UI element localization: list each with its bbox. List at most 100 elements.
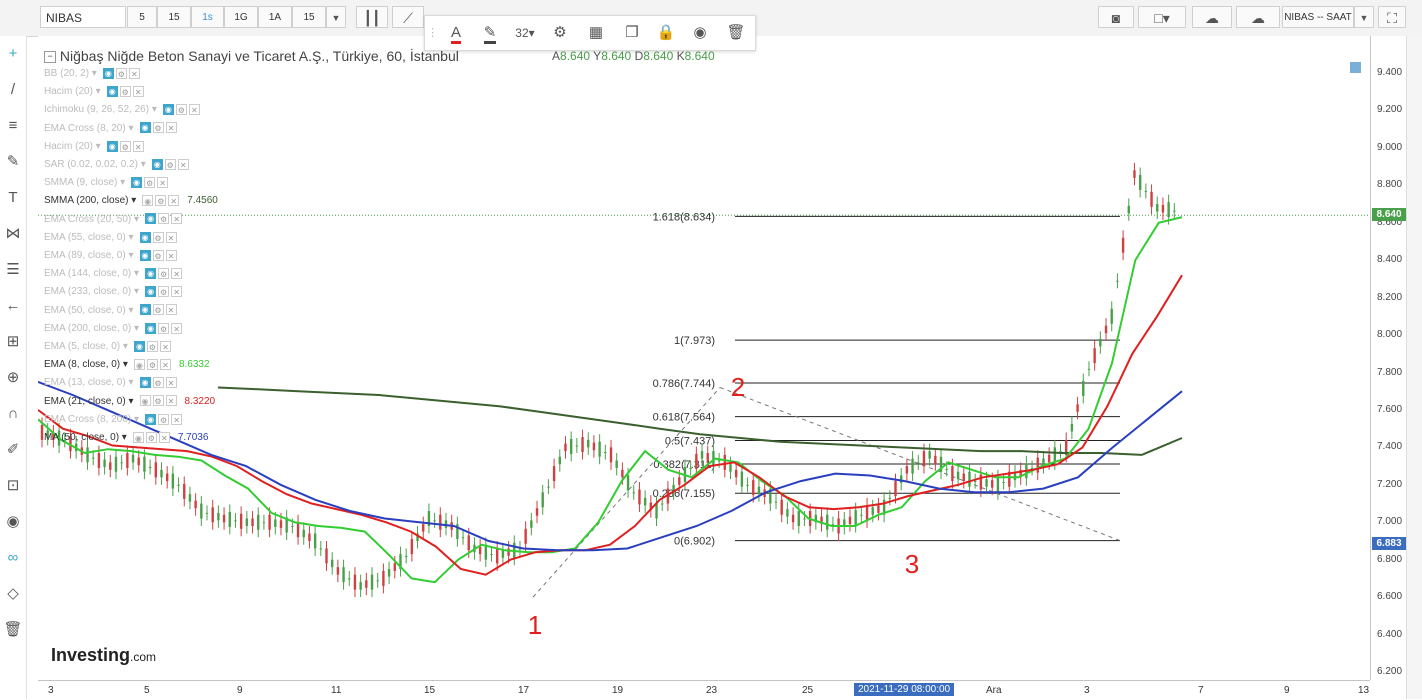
indicator-remove-icon[interactable]: ✕ [165,377,177,389]
indicator-row[interactable]: EMA (13, close, 0) ▾ ◉ ⚙ ✕ [44,376,177,390]
indicator-settings-icon[interactable]: ⚙ [145,431,157,443]
pattern-icon[interactable]: ⋈ [0,222,26,246]
trash-icon[interactable]: 🗑 [0,618,26,642]
indicator-settings-icon[interactable]: ⚙ [146,359,158,371]
trendline-icon[interactable]: / [0,78,26,102]
indicator-remove-icon[interactable]: ✕ [159,359,171,371]
indicator-row[interactable]: SAR (0.02, 0.02, 0.2) ▾ ◉ ⚙ ✕ [44,158,189,172]
indicator-row[interactable]: BB (20, 2) ▾ ◉ ⚙ ✕ [44,67,140,81]
indicator-settings-icon[interactable]: ⚙ [119,140,131,152]
indicator-row[interactable]: Hacim (20) ▾ ◉ ⚙ ✕ [44,85,144,99]
indicator-visibility-icon[interactable]: ◉ [106,140,118,152]
collapse-icon[interactable]: − [44,51,56,64]
indicator-settings-icon[interactable]: ⚙ [158,413,170,425]
indicator-row[interactable]: EMA (144, close, 0) ▾ ◉ ⚙ ✕ [44,267,183,281]
zoom-icon[interactable]: ⊕ [0,366,26,390]
indicator-visibility-icon[interactable]: ◉ [162,104,174,116]
interval-1g[interactable]: 1G [224,6,258,28]
indicator-remove-icon[interactable]: ✕ [165,395,177,407]
fib-icon[interactable]: ☰ [0,258,26,282]
eye-icon[interactable]: ◉ [0,510,26,534]
indicator-remove-icon[interactable]: ✕ [171,322,183,334]
interval-1a[interactable]: 1A [258,6,292,28]
indicator-name[interactable]: EMA (50, close, 0) ▾ [44,305,134,316]
indicator-settings-icon[interactable]: ⚙ [152,231,164,243]
indicator-remove-icon[interactable]: ✕ [171,413,183,425]
indicator-name[interactable]: BB (20, 2) ▾ [44,68,97,79]
interval-15[interactable]: 15 [157,6,191,28]
clone-icon[interactable]: ❐ [617,22,647,44]
indicator-visibility-icon[interactable]: ◉ [145,213,157,225]
crosshair-icon[interactable]: + [0,42,26,66]
indicator-row[interactable]: Ichimoku (9, 26, 52, 26) ▾ ◉ ⚙ ✕ [44,103,200,117]
indicator-name[interactable]: EMA Cross (8, 200) ▾ [44,414,139,425]
indicator-visibility-icon[interactable]: ◉ [132,431,144,443]
indicator-settings-icon[interactable]: ⚙ [152,377,164,389]
indicator-settings-icon[interactable]: ⚙ [152,395,164,407]
indicator-row[interactable]: EMA Cross (8, 200) ▾ ◉ ⚙ ✕ [44,413,183,427]
indicator-visibility-icon[interactable]: ◉ [139,377,151,389]
indicator-visibility-icon[interactable]: ◉ [145,268,157,280]
indicator-row[interactable]: EMA Cross (8, 20) ▾ ◉ ⚙ ✕ [44,122,177,136]
text-color-icon[interactable]: A [441,22,471,44]
lock-icon[interactable]: ⊡ [0,474,26,498]
indicator-visibility-icon[interactable]: ◉ [139,249,151,261]
indicator-name[interactable]: Ichimoku (9, 26, 52, 26) ▾ [44,104,157,115]
indicator-name[interactable]: Hacim (20) ▾ [44,86,101,97]
interval-dropdown-icon[interactable]: ▼ [326,6,346,28]
indicator-visibility-icon[interactable]: ◉ [139,231,151,243]
horizontal-lines-icon[interactable]: ≡ [0,114,26,138]
indicator-settings-icon[interactable]: ⚙ [175,104,187,116]
indicator-name[interactable]: EMA (200, close, 0) ▾ [44,323,139,334]
indicator-remove-icon[interactable]: ✕ [177,158,189,170]
indicator-name[interactable]: EMA (5, close, 0) ▾ [44,341,128,352]
indicator-visibility-icon[interactable]: ◉ [133,340,145,352]
indicator-row[interactable]: EMA (50, close, 0) ▾ ◉ ⚙ ✕ [44,304,177,318]
indicator-visibility-icon[interactable]: ◉ [139,395,151,407]
indicator-name[interactable]: EMA Cross (20, 50) ▾ [44,214,139,225]
indicator-visibility-icon[interactable]: ◉ [142,195,154,207]
indicator-remove-icon[interactable]: ✕ [165,249,177,261]
indicator-remove-icon[interactable]: ✕ [171,286,183,298]
indicator-remove-icon[interactable]: ✕ [171,268,183,280]
indicator-name[interactable]: EMA (55, close, 0) ▾ [44,232,134,243]
indicator-row[interactable]: EMA (8, close, 0) ▾ ◉ ⚙ ✕ 8.6332 [44,358,210,372]
indicator-settings-icon[interactable]: ⚙ [115,67,127,79]
indicator-remove-icon[interactable]: ✕ [132,140,144,152]
indicator-settings-icon[interactable]: ⚙ [158,213,170,225]
price-axis[interactable]: 9.400 9.200 9.000 8.800 8.600 8.400 8.200 8.000… [1370,36,1407,680]
candles-icon[interactable]: ┃┃ [356,6,388,28]
interval-5[interactable]: 5 [127,6,157,28]
indicator-row[interactable]: SMMA (200, close) ▾ ◉ ⚙ ✕ 7.4560 [44,194,218,208]
settings-gear-icon[interactable]: ⚙ [545,22,575,44]
indicator-settings-icon[interactable]: ⚙ [164,158,176,170]
indicator-row[interactable]: SMMA (9, close) ▾ ◉ ⚙ ✕ [44,176,169,190]
magnet-icon[interactable]: ∩ [0,402,26,426]
indicator-settings-icon[interactable]: ⚙ [144,177,156,189]
indicator-settings-icon[interactable]: ⚙ [155,195,167,207]
indicator-name[interactable]: EMA (8, close, 0) ▾ [44,359,128,370]
cloud-save-icon[interactable]: ☁ [1236,6,1280,28]
drawing-lock-icon[interactable]: 🔒 [651,22,681,44]
indicator-row[interactable]: MA (50, close, 0) ▾ ◉ ⚙ ✕ 7.7036 [44,431,208,445]
indicator-settings-icon[interactable]: ⚙ [152,122,164,134]
measure-icon[interactable]: ⊞ [0,330,26,354]
indicator-visibility-icon[interactable]: ◉ [145,413,157,425]
indicator-remove-icon[interactable]: ✕ [171,213,183,225]
indicator-name[interactable]: SMMA (200, close) ▾ [44,195,136,206]
indicator-remove-icon[interactable]: ✕ [165,231,177,243]
visual-order-icon[interactable]: ▦ [581,22,611,44]
camera-icon[interactable]: ◙ [1098,6,1134,28]
indicator-remove-icon[interactable]: ✕ [159,340,171,352]
indicator-name[interactable]: EMA (13, close, 0) ▾ [44,377,134,388]
time-axis[interactable]: 3 5 9 11 15 17 19 23 25 2021-11-29 08:00:00 Ara 3 7 9… [38,680,1370,700]
indicator-name[interactable]: SMMA (9, close) ▾ [44,177,125,188]
indicator-remove-icon[interactable]: ✕ [188,104,200,116]
back-arrow-icon[interactable]: ← [0,294,26,318]
indicator-visibility-icon[interactable]: ◉ [145,286,157,298]
indicator-settings-icon[interactable]: ⚙ [119,86,131,98]
link-icon[interactable]: ∞ [0,546,26,570]
hide-drawing-icon[interactable]: ◉ [685,22,715,44]
layout-icon[interactable]: □▾ [1138,6,1186,28]
indicator-remove-icon[interactable]: ✕ [165,122,177,134]
